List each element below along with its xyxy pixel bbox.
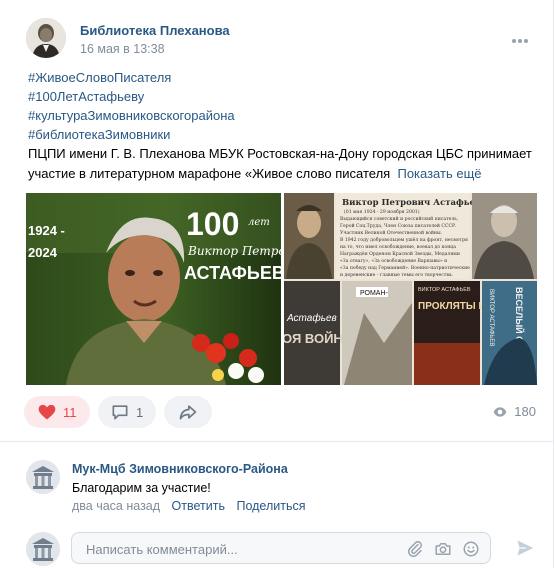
bio-line: В 1942 году добровольцем ушёл на фронт, … <box>340 236 468 243</box>
comment-count: 1 <box>136 405 144 420</box>
post-author[interactable]: Библиотека Плеханова <box>80 23 230 38</box>
hashtag-link[interactable]: #100ЛетАстафьеву <box>28 87 538 106</box>
show-more-link[interactable]: Показать ещё <box>397 166 481 181</box>
years-word-text: лет <box>248 217 270 228</box>
comment-icon <box>112 405 128 420</box>
post-header: Библиотека Плеханова 16 мая в 13:38 <box>26 18 536 62</box>
books-collage-image: Виктор Петрович Астафьев (01 мая 1924 - … <box>284 193 537 385</box>
book4-author: ВИКТОР АСТАФЬЕВ <box>488 289 494 346</box>
view-count: 180 <box>514 404 536 419</box>
hundred-text: 100 <box>186 206 239 242</box>
eye-icon <box>493 407 507 417</box>
bio-line: «За победу над Германией». Военно-патрио… <box>340 264 470 271</box>
bio-line: Выдающийся советский и российский писате… <box>340 216 459 222</box>
paperclip-icon[interactable] <box>406 540 424 558</box>
hashtag-link[interactable]: #библиотекаЗимовники <box>28 125 538 144</box>
hashtag-list: #ЖивоеСловоПисателя #100ЛетАстафьеву #ку… <box>28 68 538 144</box>
send-icon[interactable] <box>514 538 536 558</box>
book1-author: Астафьев <box>286 312 337 324</box>
portrait-image <box>26 18 66 58</box>
comment-item: Мук-Мцб Зимовниковского-Района Благодари… <box>26 456 536 520</box>
bio-line: Награждён Орденом Красной Звезды, Медаля… <box>340 250 460 257</box>
commenter-name[interactable]: Мук-Мцб Зимовниковского-Района <box>72 462 288 476</box>
post-photo-collage[interactable]: Виктор Петрович Астафьев (01 мая 1924 - … <box>284 193 537 385</box>
comment-meta: два часа назад Ответить Поделиться <box>72 499 306 513</box>
years-end-text: 2024 <box>28 245 58 260</box>
surname-text: АСТАФЬЕВ <box>184 263 281 283</box>
hashtag-link[interactable]: #ЖивоеСловоПисателя <box>28 68 538 87</box>
divider <box>0 441 554 442</box>
bio-line: «За отвагу», «За освобождение Варшавы» и <box>340 257 447 264</box>
post-date[interactable]: 16 мая в 13:38 <box>80 42 165 56</box>
bio-line: Герой Соц.Труда, Член Союза писателей СС… <box>340 223 457 229</box>
view-counter: 180 <box>493 404 536 419</box>
reply-link[interactable]: Ответить <box>172 499 225 513</box>
like-button[interactable]: 11 <box>24 396 90 428</box>
author-avatar[interactable] <box>26 18 66 58</box>
comment-text: Благодарим за участие! <box>72 481 211 495</box>
current-user-avatar <box>26 532 60 566</box>
comment-input-box[interactable] <box>71 532 491 564</box>
commenter-avatar[interactable] <box>26 460 60 494</box>
bio-line: (01 мая 1924 - 29 ноября 2001) <box>344 208 420 215</box>
bio-line: на то, что имел освобождение, воевал до … <box>340 243 456 250</box>
comment-time[interactable]: два часа назад <box>72 499 160 513</box>
more-icon[interactable] <box>512 31 534 43</box>
script-name-text: Виктор Петрович <box>187 244 281 258</box>
bio-line: Участник Великой Отечественной войны. <box>340 230 443 236</box>
share-icon <box>179 405 197 420</box>
post-photo-astafyev[interactable]: 1924 - 2024 100 лет Виктор Петрович АСТА… <box>26 193 281 385</box>
share-button[interactable] <box>164 396 212 428</box>
book2-author: РОМАН- <box>360 290 389 297</box>
years-start-text: 1924 - <box>28 223 65 238</box>
hashtag-link[interactable]: #культураЗимовниковскогорайона <box>28 106 538 125</box>
like-count: 11 <box>63 405 77 420</box>
library-building-icon <box>26 532 60 566</box>
share-link[interactable]: Поделиться <box>236 499 305 513</box>
post-text: ПЦПИ имени Г. В. Плеханова МБУК Ростовск… <box>28 144 542 184</box>
comment-composer <box>26 530 540 566</box>
library-building-icon <box>26 460 60 494</box>
collage-heading: Виктор Петрович Астафьев <box>342 198 481 208</box>
camera-icon[interactable] <box>434 540 452 558</box>
astafyev-portrait-image: 1924 - 2024 100 лет Виктор Петрович АСТА… <box>26 193 281 385</box>
smile-icon[interactable] <box>462 540 480 558</box>
book3-author: ВИКТОР АСТАФЬЕВ <box>418 287 471 293</box>
photo-grid: 1924 - 2024 100 лет Виктор Петрович АСТА… <box>26 193 537 385</box>
post-card: Библиотека Плеханова 16 мая в 13:38 #Жив… <box>0 0 554 568</box>
post-actions: 11 1 180 <box>24 396 538 432</box>
heart-icon <box>38 404 56 420</box>
bio-line: и деревенские - главные темы его творчес… <box>340 273 454 278</box>
comment-input[interactable] <box>84 539 388 559</box>
comment-button[interactable]: 1 <box>98 396 156 428</box>
